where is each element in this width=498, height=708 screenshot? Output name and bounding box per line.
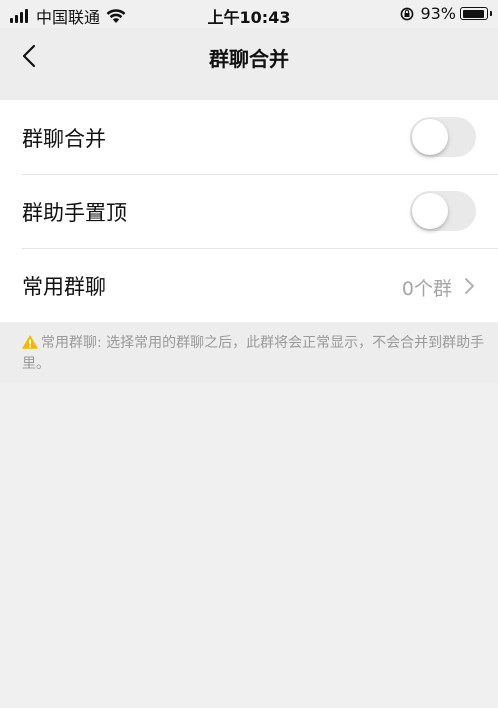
frequent-groups-label: 常用群聊 <box>22 275 106 299</box>
toggle-knob <box>412 119 448 155</box>
rotation-lock-icon <box>401 7 414 20</box>
merge-groups-toggle[interactable] <box>410 117 476 157</box>
nav-bar: 群聊合并 <box>0 28 498 84</box>
section-gap <box>0 84 498 100</box>
warning-icon <box>22 335 38 349</box>
battery-percent: 93% <box>420 4 456 23</box>
tip-text: 常用群聊: 选择常用的群聊之后，此群将会正常显示，不会合并到群助手里。 <box>22 335 485 372</box>
page-title: 群聊合并 <box>209 47 289 71</box>
settings-row-merge-groups: 群聊合并 <box>0 100 498 174</box>
settings-row-pin-assistant: 群助手置顶 <box>0 174 498 248</box>
merge-groups-label: 群聊合并 <box>22 127 106 151</box>
settings-list: 群聊合并 群助手置顶 常用群聊 0个群 <box>0 100 498 322</box>
toggle-knob <box>412 193 448 229</box>
pin-assistant-label: 群助手置顶 <box>22 201 127 225</box>
tip-note: 常用群聊: 选择常用的群聊之后，此群将会正常显示，不会合并到群助手里。 <box>0 323 498 383</box>
chevron-right-icon <box>465 278 474 294</box>
battery-icon <box>460 7 492 20</box>
settings-row-frequent-groups[interactable]: 常用群聊 0个群 <box>0 248 498 322</box>
status-bar: 中国联通 上午10:43 93% <box>0 0 498 28</box>
frequent-groups-count: 0个群 <box>401 278 452 300</box>
pin-assistant-toggle[interactable] <box>410 191 476 231</box>
status-right: 93% <box>400 4 492 23</box>
